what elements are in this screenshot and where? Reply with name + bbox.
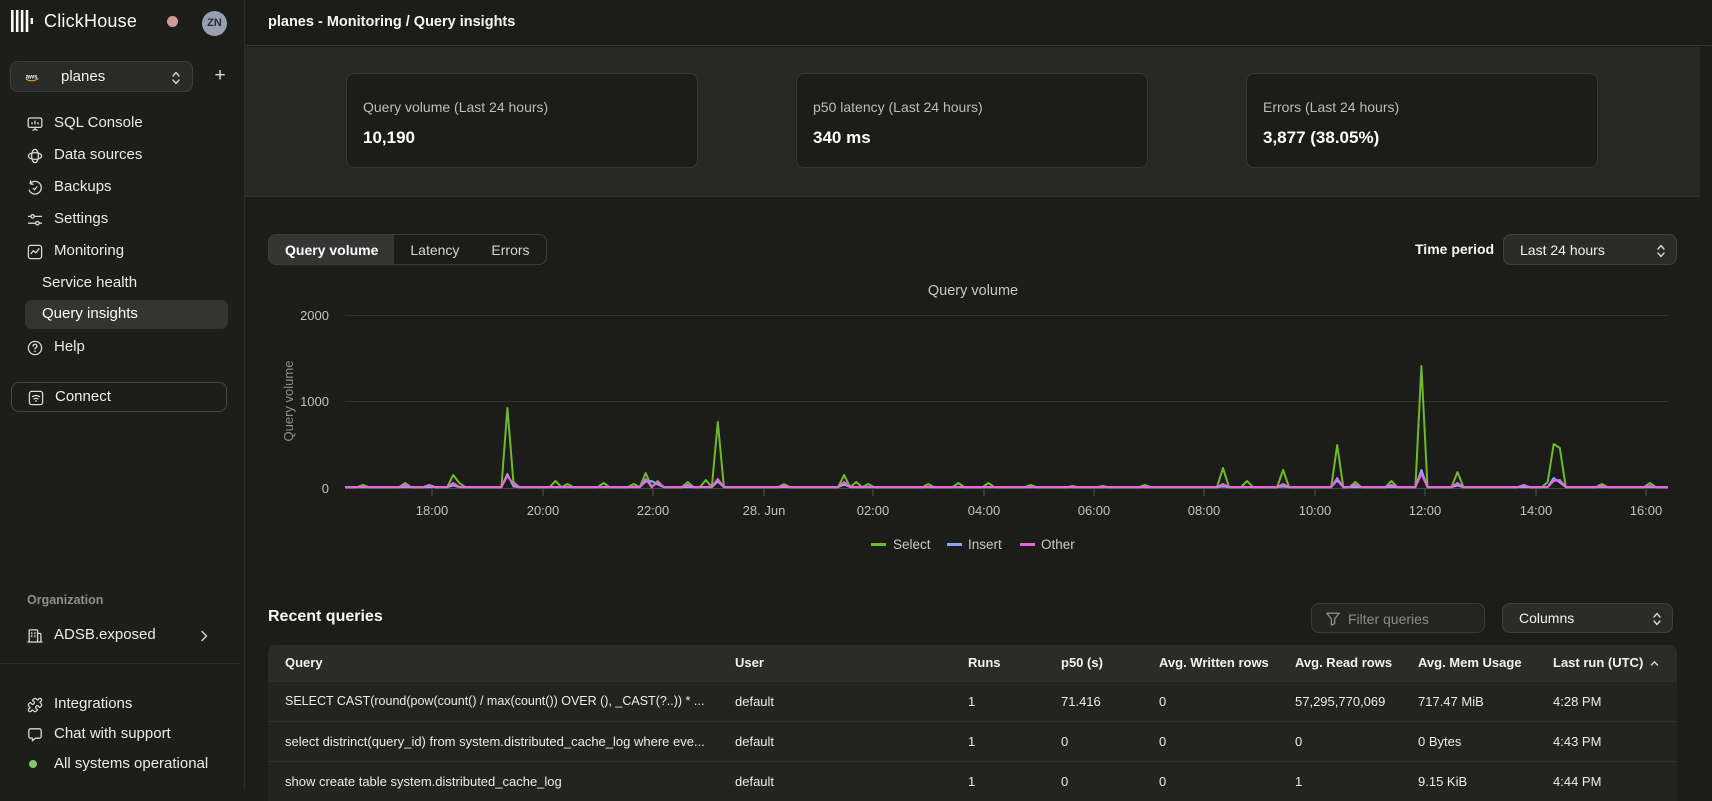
svg-text:0: 0 [322, 481, 329, 496]
svg-text:Insert: Insert [968, 537, 1002, 552]
svg-text:Select: Select [893, 537, 931, 552]
svg-text:18:00: 18:00 [416, 503, 449, 518]
svg-text:06:00: 06:00 [1078, 503, 1111, 518]
svg-text:16:00: 16:00 [1630, 503, 1663, 518]
svg-text:04:00: 04:00 [968, 503, 1001, 518]
svg-text:2000: 2000 [300, 308, 329, 323]
svg-text:12:00: 12:00 [1409, 503, 1442, 518]
svg-text:28. Jun: 28. Jun [743, 503, 786, 518]
svg-text:Other: Other [1041, 537, 1075, 552]
svg-text:Query volume: Query volume [281, 361, 296, 442]
svg-text:Query volume: Query volume [928, 283, 1018, 299]
svg-text:08:00: 08:00 [1188, 503, 1221, 518]
svg-text:10:00: 10:00 [1299, 503, 1332, 518]
svg-text:02:00: 02:00 [857, 503, 890, 518]
svg-text:1000: 1000 [300, 394, 329, 409]
svg-text:14:00: 14:00 [1520, 503, 1553, 518]
svg-text:20:00: 20:00 [527, 503, 560, 518]
svg-text:22:00: 22:00 [637, 503, 670, 518]
